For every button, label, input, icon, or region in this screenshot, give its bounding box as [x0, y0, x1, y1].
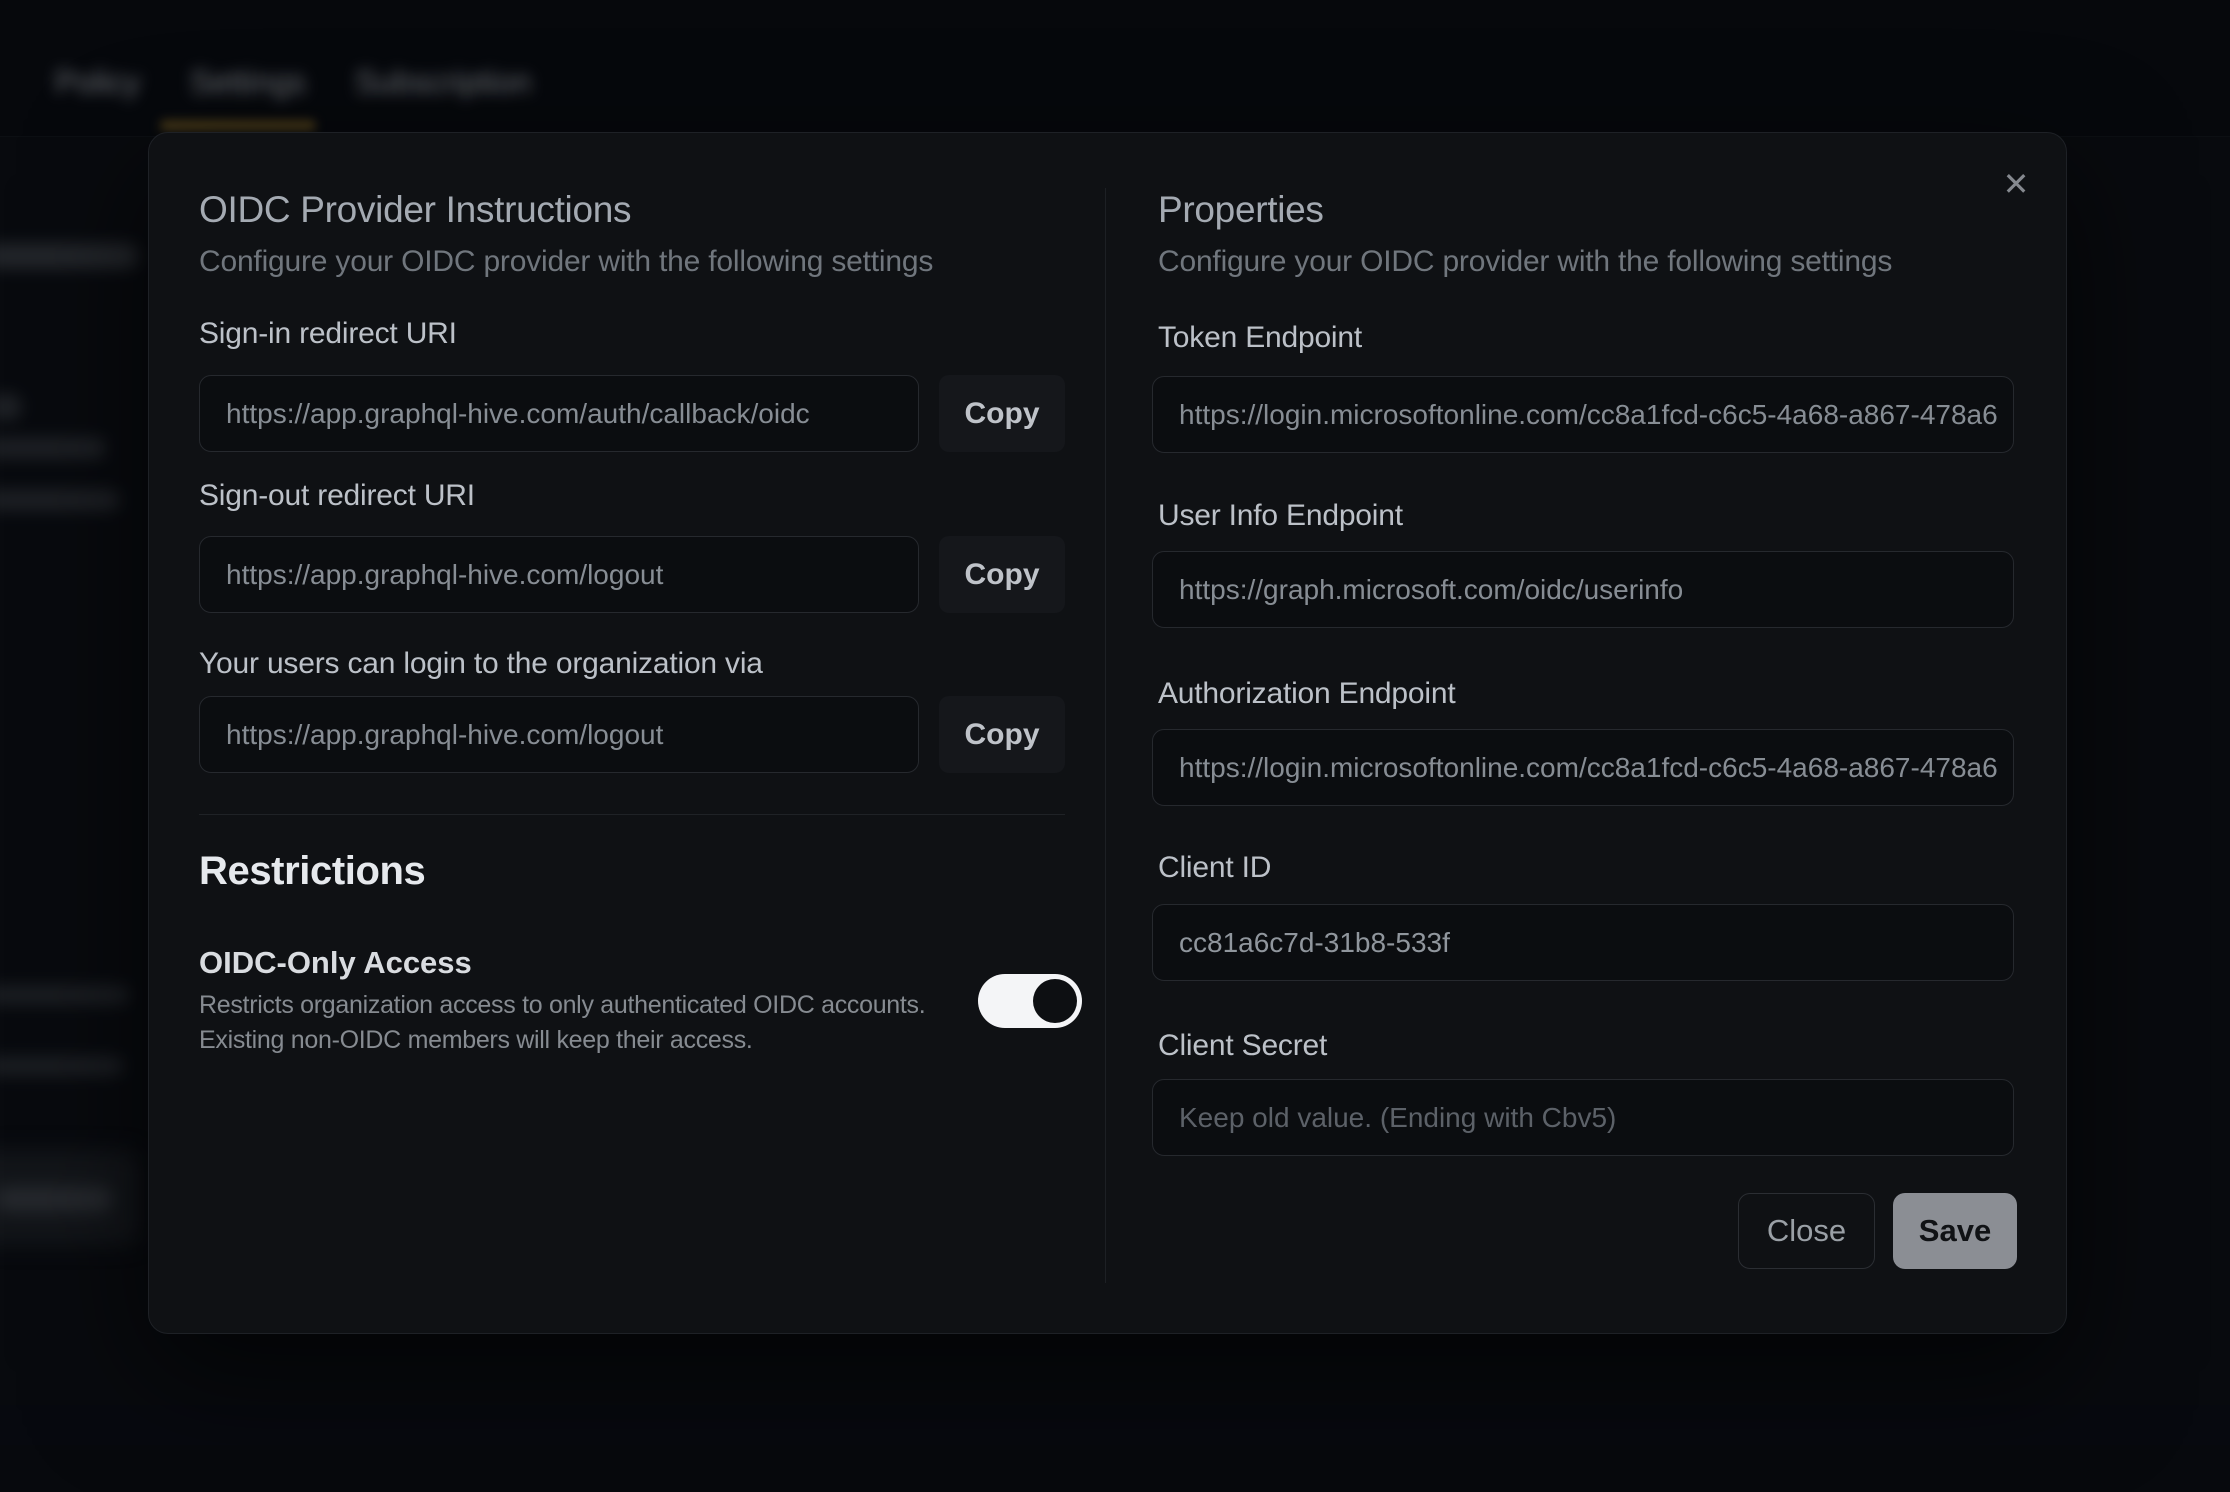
user-info-endpoint-input[interactable] — [1152, 551, 2014, 628]
copy-org-login-uri-button[interactable]: Copy — [939, 696, 1065, 773]
restrictions-divider — [199, 814, 1065, 815]
client-secret-input[interactable] — [1152, 1079, 2014, 1156]
instructions-subtitle: Configure your OIDC provider with the fo… — [199, 245, 933, 279]
oidc-settings-modal: ✕ OIDC Provider Instructions Configure y… — [148, 132, 2067, 1334]
user-info-endpoint-label: User Info Endpoint — [1158, 499, 1403, 533]
properties-subtitle: Configure your OIDC provider with the fo… — [1158, 245, 1892, 279]
save-button[interactable]: Save — [1893, 1193, 2017, 1269]
instructions-title: OIDC Provider Instructions — [199, 189, 631, 231]
client-id-input[interactable] — [1152, 904, 2014, 981]
token-endpoint-label: Token Endpoint — [1158, 321, 1362, 355]
oidc-settings-page: Policy Settings Subscription ✕ OIDC Prov… — [0, 0, 2230, 1492]
oidc-only-access-toggle[interactable] — [978, 974, 1082, 1028]
sign-in-redirect-uri-label: Sign-in redirect URI — [199, 317, 457, 351]
authorization-endpoint-label: Authorization Endpoint — [1158, 677, 1455, 711]
authorization-endpoint-input[interactable] — [1152, 729, 2014, 806]
description-line-1: Restricts organization access to only au… — [199, 988, 925, 1023]
org-login-uri-input[interactable] — [199, 696, 919, 773]
close-icon[interactable]: ✕ — [1989, 157, 2043, 211]
restrictions-heading: Restrictions — [199, 849, 425, 894]
copy-sign-in-uri-button[interactable]: Copy — [939, 375, 1065, 452]
copy-sign-out-uri-button[interactable]: Copy — [939, 536, 1065, 613]
org-login-uri-label: Your users can login to the organization… — [199, 647, 763, 681]
client-secret-label: Client Secret — [1158, 1029, 1327, 1063]
sign-out-redirect-uri-input[interactable] — [199, 536, 919, 613]
properties-title: Properties — [1158, 189, 1324, 231]
token-endpoint-input[interactable] — [1152, 376, 2014, 453]
oidc-only-access-description: Restricts organization access to only au… — [199, 988, 925, 1058]
column-divider — [1105, 188, 1106, 1283]
toggle-knob — [1033, 979, 1077, 1023]
oidc-only-access-label: OIDC-Only Access — [199, 945, 472, 981]
description-line-2: Existing non-OIDC members will keep thei… — [199, 1023, 925, 1058]
sign-in-redirect-uri-input[interactable] — [199, 375, 919, 452]
client-id-label: Client ID — [1158, 851, 1271, 885]
sign-out-redirect-uri-label: Sign-out redirect URI — [199, 479, 475, 513]
close-button[interactable]: Close — [1738, 1193, 1875, 1269]
